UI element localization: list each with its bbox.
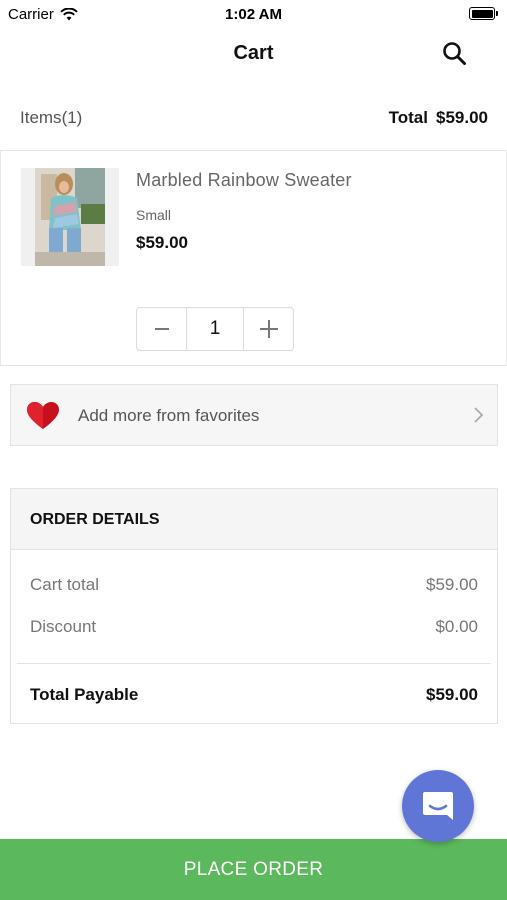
cart-screen: Carrier 1:02 AM Cart Items(1) Total $59.… — [0, 0, 507, 900]
cart-item-card: Marbled Rainbow Sweater Small $59.00 1 — [0, 150, 507, 366]
product-price: $59.00 — [136, 233, 188, 252]
heart-icon — [27, 402, 59, 429]
cart-total-line: Cart total $59.00 — [30, 575, 478, 595]
plus-icon — [259, 320, 278, 338]
cart-total-value: $59.00 — [426, 575, 478, 594]
product-photo — [21, 168, 119, 266]
cart-summary: Items(1) Total $59.00 — [0, 100, 507, 134]
product-size: Small — [136, 207, 172, 223]
battery-icon — [469, 7, 498, 20]
total-value: $59.00 — [436, 108, 488, 127]
decrease-quantity-button[interactable] — [137, 308, 186, 350]
product-image[interactable] — [21, 168, 119, 266]
quantity-stepper: 1 — [136, 307, 294, 351]
total-label: Total — [388, 108, 428, 127]
status-bar: Carrier 1:02 AM — [0, 0, 507, 28]
order-details-panel: ORDER DETAILS Cart total $59.00 Discount… — [10, 488, 498, 724]
discount-value: $0.00 — [435, 617, 478, 636]
place-order-button[interactable]: PLACE ORDER — [0, 839, 507, 900]
add-from-favorites-row[interactable]: Add more from favorites — [10, 384, 498, 446]
quantity-value[interactable]: 1 — [186, 308, 244, 350]
discount-line: Discount $0.00 — [30, 617, 478, 637]
increase-quantity-button[interactable] — [244, 308, 293, 350]
chat-button[interactable] — [402, 770, 474, 842]
items-label: Items — [20, 108, 62, 127]
chevron-right-icon — [474, 407, 484, 423]
minus-icon — [154, 328, 169, 330]
page-title: Cart — [233, 42, 274, 64]
chat-bubble-icon — [423, 792, 453, 820]
nav-header: Cart — [0, 28, 507, 80]
status-time: 1:02 AM — [225, 6, 282, 23]
total-payable-label: Total Payable — [30, 685, 139, 704]
search-button[interactable] — [441, 40, 469, 68]
search-icon — [443, 42, 466, 65]
items-count-value: (1) — [61, 108, 83, 127]
cart-total-summary: Total $59.00 — [389, 108, 488, 128]
items-count: Items(1) — [20, 108, 82, 128]
divider — [17, 663, 491, 664]
favorites-label: Add more from favorites — [78, 406, 260, 425]
discount-label: Discount — [30, 617, 97, 636]
total-payable-line: Total Payable $59.00 — [30, 685, 478, 705]
product-name[interactable]: Marbled Rainbow Sweater — [136, 170, 352, 191]
order-details-title: ORDER DETAILS — [11, 489, 497, 550]
cart-total-label: Cart total — [30, 575, 99, 594]
total-payable-value: $59.00 — [426, 685, 478, 704]
